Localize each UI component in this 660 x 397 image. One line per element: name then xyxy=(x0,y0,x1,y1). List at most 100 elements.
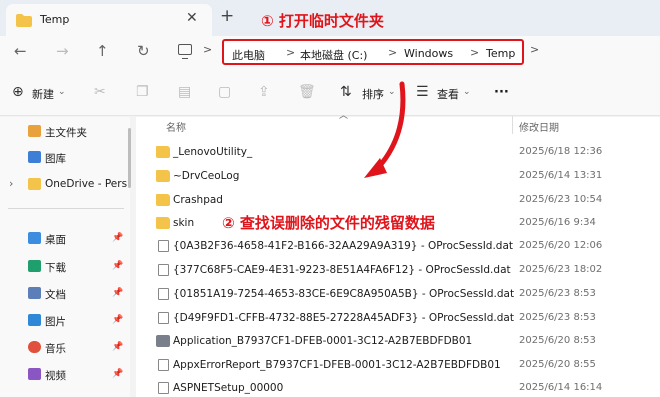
file-date: 2025/6/20 8:55 xyxy=(519,359,596,370)
sidebar-item-label: 音乐 xyxy=(45,343,66,355)
sidebar-item-label: 下载 xyxy=(45,262,66,274)
file-icon xyxy=(158,359,169,371)
download-icon xyxy=(28,260,41,272)
breadcrumb-separator-icon: > xyxy=(470,46,480,59)
file-row[interactable]: {D49F9FD1-CFFB-4732-88E5-27228A45ADF3} -… xyxy=(150,307,660,331)
breadcrumb-this-pc[interactable]: 此电脑 xyxy=(232,47,265,63)
delete-icon[interactable]: 🗑 xyxy=(298,84,316,100)
folder-icon xyxy=(28,178,41,190)
gallery-icon xyxy=(28,151,41,163)
new-button[interactable]: 新建 xyxy=(32,86,54,102)
chevron-down-icon[interactable]: ⌄ xyxy=(58,87,66,97)
file-row[interactable]: ASPNETSetup_00000 2025/6/14 16:14 xyxy=(150,377,660,397)
file-icon xyxy=(158,382,169,394)
new-tab-icon[interactable]: + xyxy=(220,6,234,26)
sidebar-item-desktop[interactable]: 桌面 📌 xyxy=(0,228,130,250)
share-icon[interactable]: ⇪ xyxy=(258,84,270,100)
column-header-date[interactable]: 修改日期 xyxy=(519,119,559,134)
pin-icon: 📌 xyxy=(112,288,124,298)
file-date: 2025/6/23 18:02 xyxy=(519,264,603,275)
file-icon xyxy=(158,264,169,276)
copy-icon[interactable]: ❐ xyxy=(136,84,149,100)
sidebar-item-home[interactable]: 主文件夹 xyxy=(0,121,130,143)
chevron-right-icon[interactable]: > xyxy=(530,43,539,56)
refresh-icon[interactable]: ↻ xyxy=(137,42,150,60)
file-icon xyxy=(158,240,169,252)
sidebar-item-music[interactable]: 音乐 📌 xyxy=(0,337,130,359)
file-name: ASPNETSetup_00000 xyxy=(173,382,284,394)
file-row[interactable]: Application_B7937CF1-DFEB-0001-3C12-A2B7… xyxy=(150,330,660,354)
sidebar-item-label: 图库 xyxy=(45,153,66,165)
file-row[interactable]: {01851A19-7254-4653-83CE-6E9C8A950A5B} -… xyxy=(150,283,660,307)
home-icon xyxy=(28,125,41,137)
breadcrumb-separator-icon: > xyxy=(388,46,398,59)
tab-title: Temp xyxy=(40,13,70,26)
sidebar-item-label: 图片 xyxy=(45,316,66,328)
annotation-arrow xyxy=(364,81,406,178)
annotation-step2: ② 查找误删除的文件的残留数据 xyxy=(222,214,435,232)
column-divider[interactable] xyxy=(512,116,513,134)
file-name: Crashpad xyxy=(173,194,223,206)
close-tab-icon[interactable]: ✕ xyxy=(186,10,198,26)
file-date: 2025/6/20 12:06 xyxy=(519,240,603,251)
column-header-name[interactable]: 名称 xyxy=(166,119,186,134)
file-date: 2025/6/20 8:53 xyxy=(519,335,596,346)
pin-icon: 📌 xyxy=(112,369,124,379)
sidebar-item-label: OneDrive - Pers xyxy=(45,178,128,190)
file-row[interactable]: Crashpad 2025/6/23 10:54 xyxy=(150,189,660,213)
cut-icon[interactable]: ✂ xyxy=(94,84,106,100)
sidebar-item-downloads[interactable]: 下载 📌 xyxy=(0,256,130,278)
folder-icon xyxy=(156,194,170,206)
pin-icon: 📌 xyxy=(112,342,124,352)
up-icon[interactable]: ↑ xyxy=(96,42,109,60)
pin-icon: 📌 xyxy=(112,261,124,271)
file-name: {01851A19-7254-4653-83CE-6E9C8A950A5B} -… xyxy=(173,288,515,300)
file-name: {377C68F5-CAE9-4E31-9223-8E51A4FA6F12} -… xyxy=(173,264,511,276)
tab-temp[interactable]: Temp ✕ xyxy=(6,4,212,36)
file-date: 2025/6/16 9:34 xyxy=(519,217,596,228)
sidebar-item-onedrive[interactable]: › OneDrive - Pers xyxy=(0,174,130,196)
back-icon[interactable]: ← xyxy=(14,42,27,60)
file-name: skin xyxy=(173,217,195,229)
paste-icon[interactable]: ▤ xyxy=(178,84,191,100)
sidebar-item-label: 桌面 xyxy=(45,234,66,246)
file-date: 2025/6/14 16:14 xyxy=(519,382,603,393)
chevron-down-icon[interactable]: ⌄ xyxy=(463,87,471,97)
sidebar-item-pictures[interactable]: 图片 📌 xyxy=(0,310,130,332)
add-icon: ⊕ xyxy=(12,84,24,100)
music-icon xyxy=(28,341,41,353)
chevron-right-icon[interactable]: > xyxy=(203,43,212,56)
chevron-right-icon[interactable]: › xyxy=(9,177,13,190)
file-row[interactable]: {377C68F5-CAE9-4E31-9223-8E51A4FA6F12} -… xyxy=(150,259,660,283)
folder-icon xyxy=(156,146,170,158)
sidebar-divider xyxy=(8,208,124,209)
sidebar-item-label: 视频 xyxy=(45,370,66,382)
file-icon xyxy=(158,312,169,324)
file-row[interactable]: {0A3B2F36-4658-41F2-B166-32AA29A9A319} -… xyxy=(150,235,660,259)
file-name: ~DrvCeoLog xyxy=(173,170,240,182)
rename-icon[interactable]: ▢ xyxy=(218,84,231,100)
sidebar-item-label: 文档 xyxy=(45,289,66,301)
forward-icon[interactable]: → xyxy=(56,42,69,60)
file-name: _LenovoUtility_ xyxy=(173,146,253,158)
file-name: {0A3B2F36-4658-41F2-B166-32AA29A9A319} -… xyxy=(173,240,514,252)
sidebar-item-videos[interactable]: 视频 📌 xyxy=(0,364,130,386)
file-date: 2025/6/18 12:36 xyxy=(519,146,603,157)
more-options-button[interactable]: ··· xyxy=(494,85,509,100)
pin-icon: 📌 xyxy=(112,233,124,243)
breadcrumb-local-disk[interactable]: 本地磁盘 (C:) xyxy=(300,47,367,63)
view-button[interactable]: 查看 xyxy=(437,86,459,102)
pin-icon: 📌 xyxy=(112,315,124,325)
file-date: 2025/6/23 10:54 xyxy=(519,194,603,205)
breadcrumb-temp[interactable]: Temp xyxy=(486,47,515,60)
file-row[interactable]: AppxErrorReport_B7937CF1-DFEB-0001-3C12-… xyxy=(150,354,660,378)
pictures-icon xyxy=(28,314,41,326)
annotation-step1: ① 打开临时文件夹 xyxy=(261,12,384,30)
sidebar-scrollbar[interactable] xyxy=(128,128,131,188)
sidebar-item-label: 主文件夹 xyxy=(45,127,87,139)
file-icon xyxy=(158,288,169,300)
address-bar[interactable]: 此电脑 > 本地磁盘 (C:) > Windows > Temp xyxy=(222,39,524,65)
sidebar-item-gallery[interactable]: 图库 xyxy=(0,147,130,169)
breadcrumb-windows[interactable]: Windows xyxy=(404,47,453,60)
sidebar-item-documents[interactable]: 文档 📌 xyxy=(0,283,130,305)
